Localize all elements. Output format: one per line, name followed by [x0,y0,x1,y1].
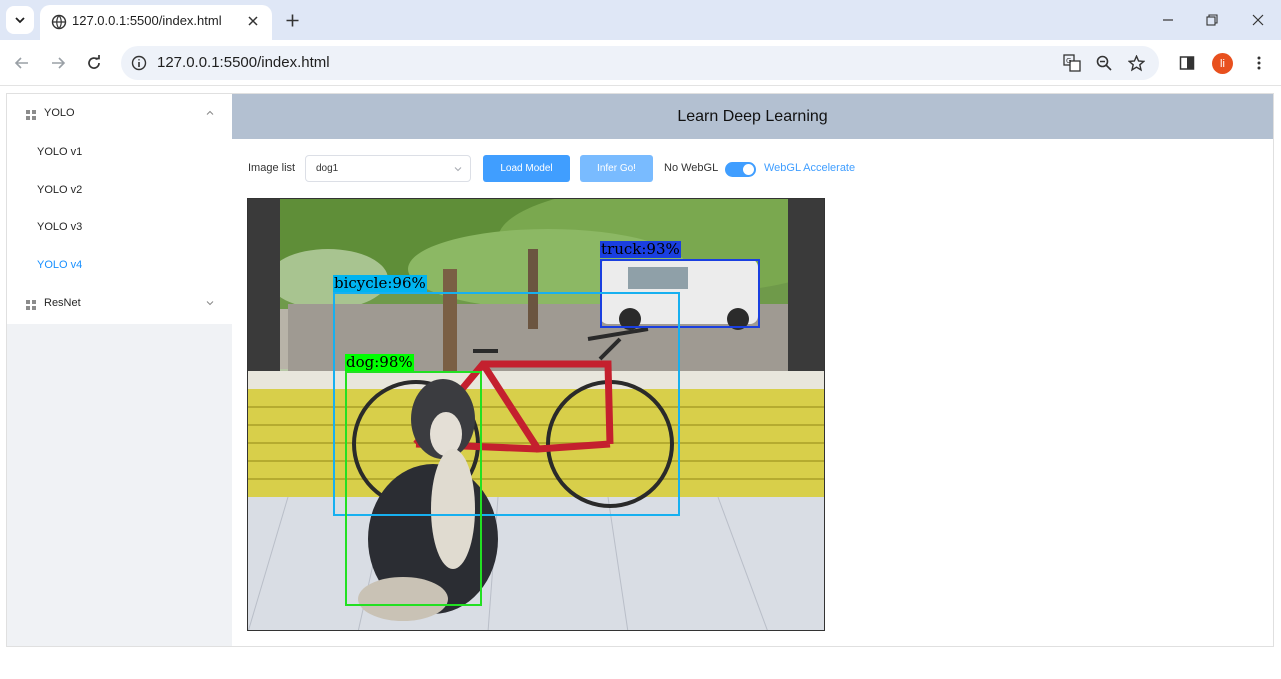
webgl-toggle[interactable] [725,162,756,177]
translate-icon: G [1063,54,1081,72]
no-webgl-label: No WebGL [664,162,719,174]
reload-icon [88,55,100,69]
detection-label-bicycle: bicycle:96% [333,274,427,292]
menu-group-resnet[interactable]: ResNet [7,284,232,324]
detection-image: truck:93% bicycle:96% dog:98% [247,198,825,631]
close-icon [248,16,258,26]
bookmark-button[interactable] [1126,53,1146,73]
url-text[interactable]: 127.0.0.1:5500/index.html [157,54,330,71]
more-vertical-icon [1257,56,1261,70]
page-title: Learn Deep Learning [677,107,828,125]
info-icon [131,55,147,71]
chevron-down-icon [206,301,214,306]
close-window-button[interactable] [1248,10,1268,30]
minimize-icon [1163,19,1173,21]
svg-text:G: G [1066,57,1071,65]
sidebar-item-yolo-v2[interactable]: YOLO v2 [7,172,232,210]
zoom-out-icon [1096,55,1112,71]
menu-item-label: YOLO v2 [37,183,83,196]
control-bar: Image list dog1 Load Model Infer Go! No … [248,155,1048,182]
translate-button[interactable]: G [1062,53,1082,73]
arrow-left-icon [14,57,28,69]
toggle-knob [743,164,754,175]
sidebar-menu: YOLO YOLO v1 YOLO v2 YOLO v3 YOLO v4 Res… [7,94,232,324]
main-content: Learn Deep Learning Image list dog1 Load… [232,94,1273,646]
menu-item-label: YOLO v4 [37,258,83,271]
plus-icon [286,14,298,26]
grid-icon [26,300,36,310]
site-info-button[interactable] [129,53,149,73]
new-tab-button[interactable] [282,10,302,30]
menu-group-label: YOLO [44,107,75,119]
image-select[interactable]: dog1 [305,155,471,182]
address-bar[interactable]: 127.0.0.1:5500/index.html G [121,46,1159,80]
restore-button[interactable] [1202,10,1222,30]
globe-icon [51,14,67,30]
sidebar-item-yolo-v3[interactable]: YOLO v3 [7,209,232,247]
profile-avatar[interactable]: li [1212,53,1233,74]
load-model-button[interactable]: Load Model [483,155,570,182]
reload-button[interactable] [83,52,105,74]
app-container: YOLO YOLO v1 YOLO v2 YOLO v3 YOLO v4 Res… [6,93,1274,647]
browser-tab-bar: 127.0.0.1:5500/index.html [0,0,1281,40]
chevron-down-icon [454,167,462,172]
image-select-value: dog1 [316,163,339,174]
image-list-label: Image list [248,162,296,174]
minimize-button[interactable] [1158,10,1178,30]
browser-tab[interactable]: 127.0.0.1:5500/index.html [40,5,272,40]
zoom-button[interactable] [1094,53,1114,73]
forward-button[interactable] [47,52,69,74]
chevron-up-icon [206,110,214,115]
tab-search-button[interactable] [6,6,34,34]
browser-toolbar: 127.0.0.1:5500/index.html G li [0,40,1281,86]
side-panel-icon [1179,56,1195,70]
restore-icon [1206,14,1218,26]
star-icon [1127,54,1145,71]
sidebar-item-yolo-v4[interactable]: YOLO v4 [7,247,232,285]
browser-menu-button[interactable] [1248,52,1270,74]
menu-item-label: YOLO v3 [37,221,83,233]
sidebar-item-yolo-v1[interactable]: YOLO v1 [7,134,232,172]
menu-group-yolo[interactable]: YOLO [7,94,232,134]
webgl-accelerate-label: WebGL Accelerate [764,162,856,174]
close-icon [1252,14,1264,26]
grid-icon [26,110,36,120]
infer-button[interactable]: Infer Go! [580,155,653,182]
sidebar: YOLO YOLO v1 YOLO v2 YOLO v3 YOLO v4 Res… [7,94,232,646]
detection-label-dog: dog:98% [345,353,414,371]
back-button[interactable] [11,52,33,74]
tab-title: 127.0.0.1:5500/index.html [72,13,222,28]
detection-label-truck: truck:93% [600,240,681,258]
menu-item-label: YOLO v1 [37,146,83,158]
menu-group-label: ResNet [44,297,81,309]
chevron-down-icon [15,17,25,24]
page-header: Learn Deep Learning [232,94,1273,139]
detection-box-dog [345,371,482,606]
side-panel-button[interactable] [1176,52,1198,74]
tab-close-button[interactable] [244,12,262,30]
arrow-right-icon [52,57,66,69]
